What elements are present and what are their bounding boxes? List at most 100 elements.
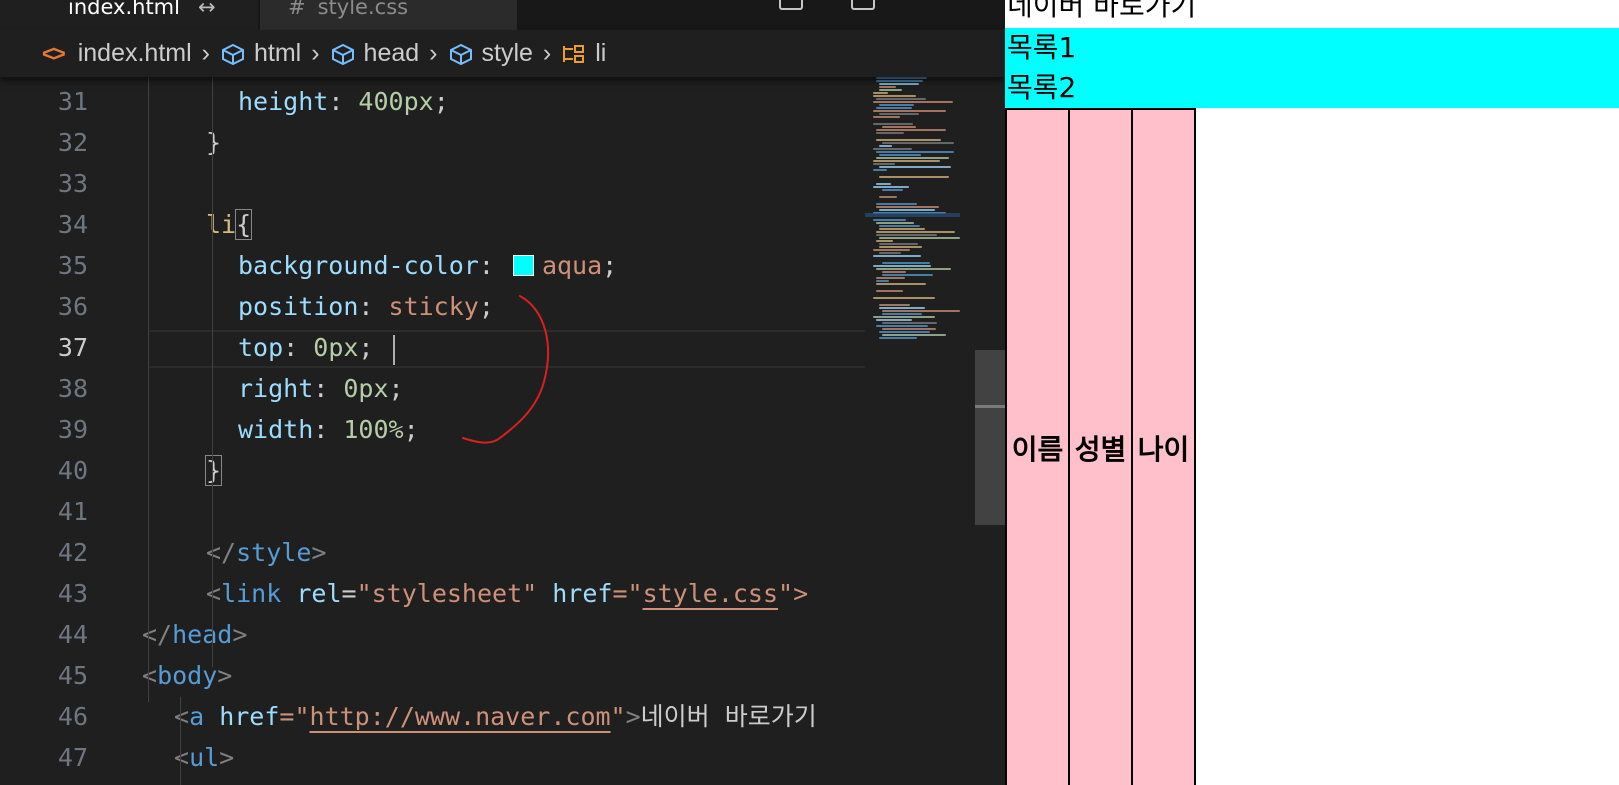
scrollbar-cursor-marker [975, 405, 1005, 408]
code-editor[interactable]: index.html ↔ # style.css <> index.html › h… [0, 0, 1005, 785]
code-line[interactable]: top: 0px; [238, 327, 373, 368]
code-token: = [341, 579, 357, 608]
minimap-line [873, 219, 906, 221]
code-token: width [238, 415, 314, 444]
code-line[interactable]: right: 0px; [238, 368, 404, 409]
code-area[interactable]: height: 400px;} li{ background-color: aqua… [120, 77, 865, 785]
minimap-line [876, 80, 923, 82]
code-line[interactable]: width: 100%; [238, 409, 419, 450]
open-changes-icon[interactable] [779, 0, 803, 10]
minimap-line [882, 274, 933, 276]
code-token: < [206, 579, 222, 608]
code-line[interactable]: height: 400px; [238, 81, 449, 122]
code-token: </ [206, 538, 237, 567]
line-number: 40 [57, 456, 88, 485]
code-token: > [625, 702, 641, 731]
code-line[interactable]: } [206, 122, 221, 163]
minimap-line [873, 316, 935, 318]
minimap-line [876, 325, 928, 327]
breadcrumb-item-html[interactable]: html [220, 39, 301, 68]
minimap-line [879, 154, 921, 156]
breadcrumb-item-li[interactable]: li [561, 39, 606, 68]
minimap-line [876, 151, 954, 153]
line-number: 33 [57, 169, 88, 198]
minimap-line [879, 113, 919, 115]
code-token: ; [478, 292, 494, 321]
line-number: 44 [57, 620, 88, 649]
breadcrumb-item-file[interactable]: <> index.html [42, 39, 192, 68]
code-token: =" [612, 579, 643, 608]
line-number: 42 [57, 538, 88, 567]
code-line[interactable]: <link rel="stylesheet" href="style.css"> [206, 573, 808, 614]
code-line[interactable]: <a href="http://www.naver.com">네이버 바로가기 [174, 696, 817, 737]
code-line[interactable]: </head> [142, 614, 247, 655]
minimap-line [873, 116, 900, 118]
split-editor-icon[interactable] [851, 0, 875, 10]
code-token: rel [296, 579, 342, 608]
minimap-line [882, 271, 906, 273]
line-number: 37 [57, 333, 88, 362]
line-number: 46 [57, 702, 88, 731]
minimap[interactable] [865, 77, 975, 785]
minimap-line [873, 92, 888, 94]
code-line[interactable]: </style> [206, 532, 326, 573]
compare-icon[interactable]: ↔ [198, 0, 216, 19]
breadcrumb: <> index.html › html › head › style › li [0, 30, 1005, 77]
code-line[interactable]: } [204, 450, 223, 491]
minimap-line [876, 139, 941, 141]
code-token: href [219, 702, 280, 731]
code-line[interactable]: <ul> [174, 737, 234, 778]
breadcrumb-item-style[interactable]: style [448, 39, 533, 68]
minimap-line [882, 334, 946, 336]
minimap-line [879, 228, 925, 230]
browser-preview: 네이버 바로가기 목록1 목록2 이름 성별 나이 [1005, 0, 1619, 785]
code-token: < [142, 661, 158, 690]
minimap-line [879, 209, 935, 211]
code-token: { [235, 209, 253, 240]
code-token: ; [602, 251, 618, 280]
code-line[interactable]: position: sticky; [238, 286, 494, 327]
code-token: href [552, 579, 613, 608]
code-line[interactable]: <body> [142, 655, 232, 696]
minimap-current-line [865, 213, 960, 217]
minimap-line [873, 297, 935, 299]
minimap-line [876, 222, 914, 224]
code-token: ul [189, 743, 220, 772]
chevron-right-icon: › [429, 39, 438, 67]
text-cursor [393, 335, 395, 365]
code-token: 0px [343, 374, 389, 403]
minimap-line [876, 183, 891, 185]
minimap-line [879, 145, 892, 147]
naver-link[interactable]: 네이버 바로가기 [1007, 0, 1196, 24]
tab-style-css[interactable]: # style.css [260, 0, 517, 30]
code-token: : [328, 87, 359, 116]
cube-icon [221, 43, 244, 65]
chevron-right-icon: › [201, 39, 210, 67]
line-number: 31 [57, 87, 88, 116]
code-token: head [172, 620, 233, 649]
chevron-right-icon: › [311, 39, 320, 67]
minimap-line [882, 189, 903, 191]
code-token: > [232, 620, 248, 649]
code-token: li [206, 210, 237, 239]
minimap-line [876, 290, 903, 292]
table-header-cell: 성별 [1070, 108, 1133, 785]
tab-index-html[interactable]: index.html ↔ [0, 0, 258, 30]
scrollbar-thumb[interactable] [975, 350, 1005, 525]
minimap-line [876, 107, 912, 109]
minimap-line [873, 123, 913, 125]
minimap-line [876, 203, 917, 205]
minimap-line [873, 249, 910, 251]
minimap-line [879, 307, 925, 309]
breadcrumb-item-head[interactable]: head [330, 39, 419, 68]
indent-guide [180, 697, 181, 785]
color-swatch[interactable] [512, 254, 534, 276]
indent-guide [148, 77, 149, 702]
minimap-line [873, 163, 895, 165]
code-line[interactable]: background-color: aqua; [238, 245, 617, 286]
code-token: 네이버 바로가기 [640, 702, 817, 731]
code-token: position [238, 292, 359, 321]
